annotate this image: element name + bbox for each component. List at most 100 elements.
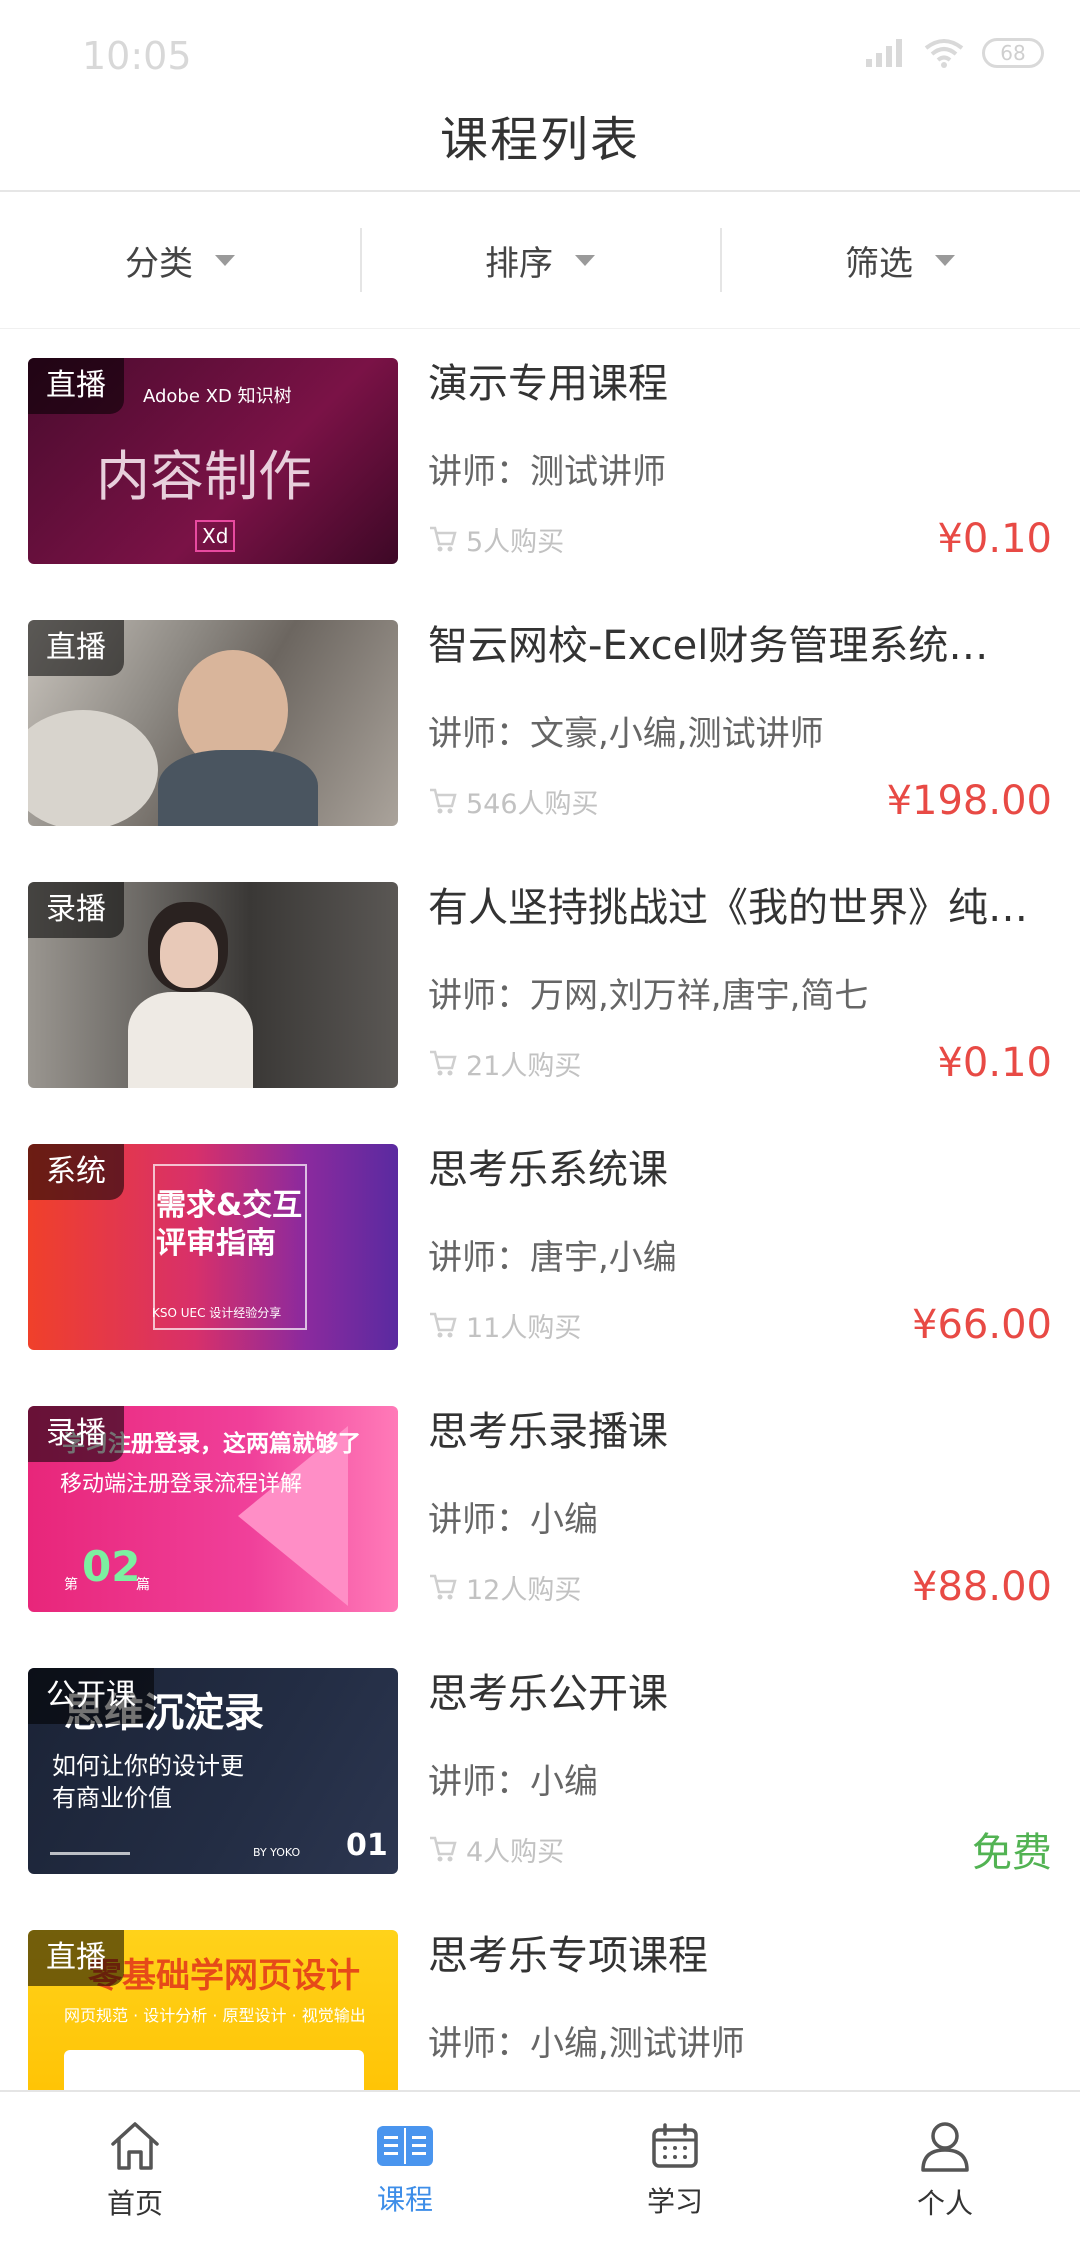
book-icon <box>377 2126 433 2166</box>
course-item[interactable]: 思维沉淀录 如何让你的设计更 有商业价值 BY YOKO 01 公开课 思考乐公… <box>0 1640 1080 1902</box>
course-title: 演示专用课程 <box>428 361 668 407</box>
course-thumbnail: 直播 <box>28 620 398 826</box>
thumb-text: 移动端注册登录流程详解 <box>60 1472 303 1497</box>
course-meta: 11人购买 ¥66.00 <box>428 1300 1052 1350</box>
tab-profile[interactable]: 个人 <box>810 2092 1080 2248</box>
tab-label: 个人 <box>916 2187 973 2220</box>
tab-label: 课程 <box>376 2183 433 2216</box>
course-teacher: 讲师：唐宇,小编 <box>428 1238 677 1278</box>
title-bar: 课程列表 <box>0 80 1080 192</box>
course-title: 思考乐公开课 <box>428 1671 668 1717</box>
cart-icon <box>430 1574 457 1600</box>
wifi-icon <box>924 39 964 68</box>
tab-label: 学习 <box>646 2185 703 2218</box>
course-title: 智云网校-Excel财务管理系统… <box>428 623 989 669</box>
course-price: ¥88.00 <box>912 1564 1052 1610</box>
cart-icon <box>430 1050 457 1076</box>
course-buyers-text: 12人购买 <box>466 1574 582 1606</box>
course-type-badge: 公开课 <box>28 1668 154 1724</box>
course-teacher: 讲师：测试讲师 <box>428 452 666 492</box>
course-buyers: 546人购买 <box>428 782 599 821</box>
filter-screen-label: 筛选 <box>845 243 913 284</box>
course-item[interactable]: 零基础学网页设计 网页规范 · 设计分析 · 原型设计 · 视觉输出 直播 思考… <box>0 1902 1080 2090</box>
course-buyers-text: 5人购买 <box>466 526 565 558</box>
course-title: 有人坚持挑战过《我的世界》纯… <box>428 885 1028 931</box>
course-item[interactable]: Adobe XD 知识树 内容制作 Xd 直播 演示专用课程 讲师：测试讲师 5… <box>0 330 1080 592</box>
tab-courses[interactable]: 课程 <box>270 2092 540 2248</box>
course-thumbnail: 学习注册登录，这两篇就够了 移动端注册登录流程详解 第 02 篇 录播 <box>28 1406 398 1612</box>
course-thumbnail: 思维沉淀录 如何让你的设计更 有商业价值 BY YOKO 01 公开课 <box>28 1668 398 1874</box>
tab-home[interactable]: 首页 <box>0 2092 270 2248</box>
course-type-badge: 直播 <box>28 620 124 676</box>
course-buyers: 11人购买 <box>428 1306 581 1345</box>
filter-category[interactable]: 分类 <box>0 192 360 328</box>
course-buyers-text: 546人购买 <box>466 788 599 820</box>
calendar-icon <box>652 2123 698 2168</box>
course-price: ¥0.10 <box>937 516 1052 562</box>
course-title: 思考乐系统课 <box>428 1147 668 1193</box>
home-icon <box>111 2122 159 2170</box>
thumb-text: 内容制作 <box>96 445 312 508</box>
course-price: ¥0.10 <box>937 1040 1052 1086</box>
course-type-badge: 直播 <box>28 358 124 414</box>
filter-category-label: 分类 <box>125 243 193 284</box>
course-meta: 12人购买 ¥88.00 <box>428 1562 1052 1612</box>
course-type-badge: 录播 <box>28 882 124 938</box>
tab-study[interactable]: 学习 <box>540 2092 810 2248</box>
course-thumbnail: 需求&交互 评审指南 KSO UEC 设计经验分享 系统 <box>28 1144 398 1350</box>
page-title: 课程列表 <box>439 112 640 168</box>
course-item[interactable]: 学习注册登录，这两篇就够了 移动端注册登录流程详解 第 02 篇 录播 思考乐录… <box>0 1378 1080 1640</box>
course-type-badge: 直播 <box>28 1930 124 1986</box>
filter-screen[interactable]: 筛选 <box>720 192 1080 328</box>
course-price: ¥66.00 <box>912 1302 1052 1348</box>
course-buyers: 12人购买 <box>428 1568 581 1607</box>
course-thumbnail: Adobe XD 知识树 内容制作 Xd 直播 <box>28 358 398 564</box>
caret-down-icon <box>215 254 235 266</box>
course-info: 思考乐录播课 讲师：小编 12人购买 ¥88.00 <box>428 1406 1052 1612</box>
course-type-badge: 系统 <box>28 1144 124 1200</box>
status-icons: 68 <box>866 38 1044 68</box>
status-time: 10:05 <box>82 34 192 78</box>
cart-icon <box>430 1312 457 1338</box>
course-teacher: 讲师：小编 <box>428 1500 598 1540</box>
course-item[interactable]: 需求&交互 评审指南 KSO UEC 设计经验分享 系统 思考乐系统课 讲师：唐… <box>0 1116 1080 1378</box>
course-thumbnail: 录播 <box>28 882 398 1088</box>
signal-icon <box>866 39 902 67</box>
course-buyers: 5人购买 <box>428 520 564 559</box>
caret-down-icon <box>935 254 955 266</box>
filter-sort-label: 排序 <box>485 243 553 284</box>
thumb-text: Xd <box>195 520 236 552</box>
course-buyers-text: 11人购买 <box>466 1312 582 1344</box>
thumb-text: 02 <box>82 1542 141 1591</box>
course-buyers: 21人购买 <box>428 1044 581 1083</box>
course-info: 思考乐公开课 讲师：小编 4人购买 免费 <box>428 1668 1052 1876</box>
thumb-text: Adobe XD 知识树 <box>143 386 292 407</box>
course-thumbnail: 零基础学网页设计 网页规范 · 设计分析 · 原型设计 · 视觉输出 直播 <box>28 1930 398 2090</box>
filter-sort[interactable]: 排序 <box>360 192 720 328</box>
course-teacher: 讲师：小编,测试讲师 <box>428 2024 745 2064</box>
battery-icon: 68 <box>982 38 1044 68</box>
battery-level: 68 <box>1000 41 1026 65</box>
thumb-text: BY YOKO <box>253 1846 301 1859</box>
course-teacher: 讲师：小编 <box>428 1762 598 1802</box>
course-title: 思考乐录播课 <box>428 1409 668 1455</box>
thumb-text: 零基础学网页设计 <box>88 1956 360 1996</box>
cart-icon <box>430 1836 457 1862</box>
course-price: 免费 <box>972 1830 1052 1876</box>
tab-bar: 首页 课程 学习 个人 <box>0 2090 1080 2248</box>
thumb-text: 篇 <box>136 1577 150 1593</box>
filter-bar: 分类 排序 筛选 <box>0 192 1080 329</box>
course-item[interactable]: 录播 有人坚持挑战过《我的世界》纯… 讲师：万网,刘万祥,唐宇,简七 21人购买… <box>0 854 1080 1116</box>
cart-icon <box>430 788 457 814</box>
course-meta: 546人购买 ¥198.00 <box>428 776 1052 826</box>
thumb-text: 第 <box>64 1577 78 1593</box>
thumb-text: 有商业价值 <box>52 1784 172 1812</box>
course-price: ¥198.00 <box>886 778 1052 824</box>
course-buyers-text: 21人购买 <box>466 1050 582 1082</box>
course-info: 演示专用课程 讲师：测试讲师 5人购买 ¥0.10 <box>428 358 1052 564</box>
thumb-text: 网页规范 · 设计分析 · 原型设计 · 视觉输出 <box>64 2006 366 2025</box>
course-info: 有人坚持挑战过《我的世界》纯… 讲师：万网,刘万祥,唐宇,简七 21人购买 ¥0… <box>428 882 1052 1088</box>
tab-label: 首页 <box>106 2187 163 2220</box>
course-item[interactable]: 直播 智云网校-Excel财务管理系统… 讲师：文豪,小编,测试讲师 546人购… <box>0 592 1080 854</box>
course-info: 智云网校-Excel财务管理系统… 讲师：文豪,小编,测试讲师 546人购买 ¥… <box>428 620 1052 826</box>
